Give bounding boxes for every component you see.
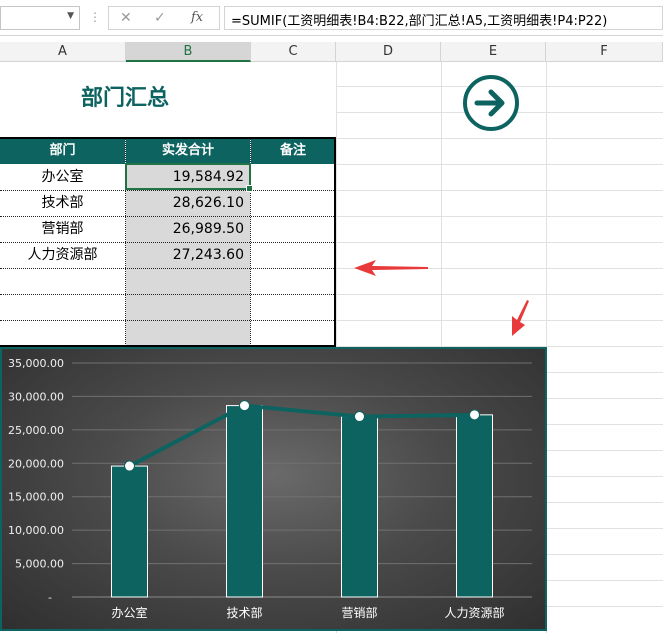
insert-function-icon[interactable]: fx: [191, 10, 203, 25]
chart-plot: - 5,000.00 10,000.00 15,000.00 20,000.00 25,0…: [8, 357, 532, 620]
note-cell[interactable]: [251, 216, 335, 242]
total-cell[interactable]: 27,243.60: [126, 242, 250, 268]
bar: [226, 405, 263, 598]
total-cell[interactable]: 26,989.50: [126, 216, 250, 242]
page-title[interactable]: 部门汇总: [0, 62, 250, 136]
note-cell[interactable]: [251, 164, 335, 190]
y-tick-label: 35,000.00: [8, 357, 64, 370]
note-cell[interactable]: [251, 242, 335, 268]
dept-cell[interactable]: 人力资源部: [0, 242, 125, 268]
y-tick-label: 5,000.00: [15, 558, 64, 571]
dept-cell[interactable]: 技术部: [0, 190, 125, 216]
header-note[interactable]: 备注: [251, 138, 335, 164]
drag-handle-icon[interactable]: ⋮: [89, 10, 101, 24]
y-tick-label: -: [48, 591, 52, 604]
total-cell[interactable]: 28,626.10: [126, 190, 250, 216]
x-tick-label: 营销部: [341, 605, 377, 620]
line-point: [239, 400, 250, 412]
x-tick-label: 技术部: [226, 605, 262, 620]
formula-bar: ▼ ⋮ ✕ ✓ fx =SUMIF(工资明细表!B4:B22,部门汇总!A5,工…: [0, 0, 663, 36]
formula-buttons: ✕ ✓ fx: [108, 6, 220, 30]
x-tick-label: 人力资源部: [444, 605, 504, 620]
column-header-c[interactable]: C: [251, 42, 336, 62]
y-tick-label: 15,000.00: [8, 491, 64, 504]
red-arrow-down-icon: [512, 300, 529, 336]
note-cell[interactable]: [251, 190, 335, 216]
y-tick-label: 10,000.00: [8, 524, 64, 537]
y-tick-label: 20,000.00: [8, 457, 64, 470]
column-header-f[interactable]: F: [546, 42, 663, 62]
column-header-d[interactable]: D: [336, 42, 441, 62]
x-tick-label: 办公室: [111, 605, 147, 620]
column-header-e[interactable]: E: [441, 42, 546, 62]
dept-cell[interactable]: 办公室: [0, 164, 125, 190]
column-header-a[interactable]: A: [0, 42, 126, 62]
red-arrow-left-icon: [354, 260, 428, 276]
chevron-down-icon[interactable]: ▼: [67, 11, 74, 21]
cancel-icon[interactable]: ✕: [120, 10, 132, 26]
header-dept[interactable]: 部门: [0, 138, 125, 164]
line-point: [469, 409, 480, 421]
dept-cell[interactable]: 营销部: [0, 216, 125, 242]
column-header-b[interactable]: B: [126, 42, 251, 62]
enter-icon[interactable]: ✓: [154, 10, 166, 26]
bar: [456, 414, 493, 598]
department-chart[interactable]: - 5,000.00 10,000.00 15,000.00 20,000.00 25,0…: [0, 347, 547, 631]
bar: [341, 416, 378, 598]
y-tick-label: 25,000.00: [8, 424, 64, 437]
y-tick-label: 30,000.00: [8, 390, 64, 403]
series-line: [128, 403, 475, 468]
bar: [111, 465, 148, 598]
header-total[interactable]: 实发合计: [126, 138, 250, 164]
name-box[interactable]: ▼: [0, 6, 80, 30]
line-point: [124, 460, 135, 472]
line-point: [354, 411, 365, 423]
active-cell-selection[interactable]: [125, 163, 253, 192]
formula-input[interactable]: =SUMIF(工资明细表!B4:B22,部门汇总!A5,工资明细表!P4:P22…: [224, 6, 663, 30]
arrow-right-circle-icon[interactable]: [461, 73, 521, 133]
